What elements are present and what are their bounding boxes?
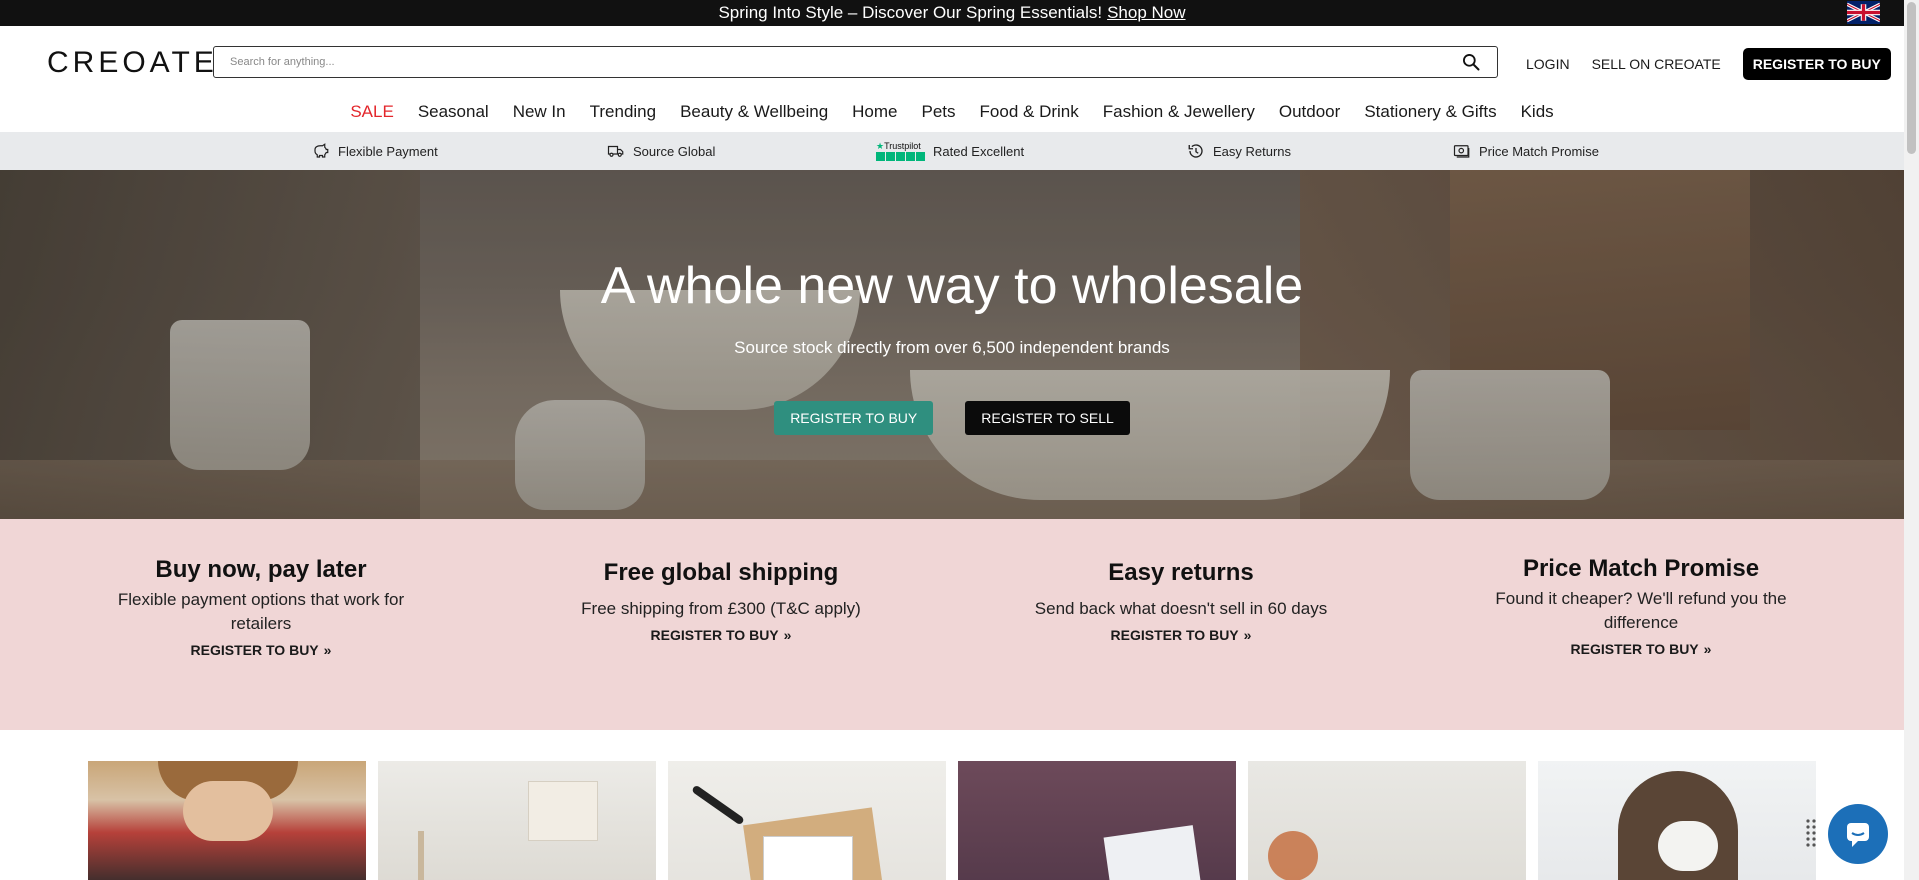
promo-text: Spring Into Style – Discover Our Spring … xyxy=(718,3,1103,22)
benefit-free-global-shipping: Free global shipping Free shipping from … xyxy=(556,559,886,645)
search-input[interactable] xyxy=(230,56,1461,68)
double-chevron-icon: » xyxy=(1703,641,1712,657)
header-links: LOGIN SELL ON CREOATE REGISTER TO BUY xyxy=(1526,48,1891,80)
usp-flexible-payment: Flexible Payment xyxy=(312,142,438,160)
benefit-register-link[interactable]: REGISTER TO BUY» xyxy=(1111,627,1252,643)
usp-source-label: Source Global xyxy=(633,143,716,159)
double-chevron-icon: » xyxy=(323,642,332,658)
promo-shop-now-link[interactable]: Shop Now xyxy=(1107,3,1185,23)
trustpilot-label: ★Trustpilot xyxy=(876,140,921,151)
site-header: CREOATE LOGIN SELL ON CREOATE REGISTER T… xyxy=(0,26,1904,124)
chat-button[interactable] xyxy=(1828,804,1888,864)
double-chevron-icon: » xyxy=(1243,627,1252,643)
trustpilot-logo: ★Trustpilot xyxy=(876,140,925,161)
trustpilot-stars xyxy=(876,151,925,161)
benefit-description: Flexible payment options that work for r… xyxy=(117,590,405,633)
benefit-description: Send back what doesn't sell in 60 days xyxy=(1034,599,1328,618)
chat-icon xyxy=(1847,823,1869,847)
nav-item-home[interactable]: Home xyxy=(840,102,909,122)
hero-buttons: REGISTER TO BUY REGISTER TO SELL xyxy=(0,401,1904,435)
nav-item-new-in[interactable]: New In xyxy=(501,102,578,122)
category-tile-beauty[interactable] xyxy=(958,761,1236,880)
benefit-title: Free global shipping xyxy=(603,559,839,586)
hero-register-to-buy-button[interactable]: REGISTER TO BUY xyxy=(774,401,934,435)
nav-item-stationery-gifts[interactable]: Stationery & Gifts xyxy=(1352,102,1508,122)
scrollbar-thumb[interactable] xyxy=(1907,2,1916,154)
usp-rated-label: Rated Excellent xyxy=(933,143,1025,159)
price-tag-icon xyxy=(1453,145,1470,158)
search-icon[interactable] xyxy=(1461,52,1481,72)
usp-bar: Flexible Payment Source Global ★Trustpil… xyxy=(0,132,1904,170)
hero-banner: A whole new way to wholesale Source stoc… xyxy=(0,170,1904,519)
nav-item-kids[interactable]: Kids xyxy=(1509,102,1566,122)
benefit-register-link[interactable]: REGISTER TO BUY» xyxy=(191,642,332,658)
sell-on-creoate-link[interactable]: SELL ON CREOATE xyxy=(1592,56,1721,72)
register-to-buy-button[interactable]: REGISTER TO BUY xyxy=(1742,48,1891,80)
usp-rated-excellent: ★Trustpilot Rated Excellent xyxy=(876,140,1025,161)
category-nav: SALE Seasonal New In Trending Beauty & W… xyxy=(0,102,1904,122)
usp-source-global: Source Global xyxy=(607,142,715,160)
benefit-title: Buy now, pay later xyxy=(155,556,367,583)
benefit-title: Price Match Promise xyxy=(1522,555,1760,582)
nav-item-outdoor[interactable]: Outdoor xyxy=(1267,102,1352,122)
usp-flexible-label: Flexible Payment xyxy=(338,143,438,159)
truck-icon xyxy=(607,145,624,157)
promo-bar: Spring Into Style – Discover Our Spring … xyxy=(0,0,1904,26)
usp-easy-returns: Easy Returns xyxy=(1187,142,1291,160)
benefits-section: Buy now, pay later Flexible payment opti… xyxy=(0,519,1904,730)
nav-item-fashion-jewellery[interactable]: Fashion & Jewellery xyxy=(1091,102,1267,122)
uk-flag-icon[interactable] xyxy=(1847,1,1880,24)
benefit-description: Free shipping from £300 (T&C apply) xyxy=(581,599,861,618)
history-icon xyxy=(1188,144,1203,158)
nav-item-seasonal[interactable]: Seasonal xyxy=(406,102,501,122)
benefit-register-link[interactable]: REGISTER TO BUY» xyxy=(1571,641,1712,657)
benefit-description: Found it cheaper? We'll refund you the d… xyxy=(1495,589,1787,632)
benefit-easy-returns: Easy returns Send back what doesn't sell… xyxy=(1016,559,1346,645)
creoate-logo[interactable]: CREOATE xyxy=(47,46,218,80)
page-scrollbar[interactable] xyxy=(1904,0,1919,880)
nav-item-food-drink[interactable]: Food & Drink xyxy=(968,102,1091,122)
nav-item-trending[interactable]: Trending xyxy=(578,102,668,122)
drag-handle-icon[interactable] xyxy=(1805,818,1817,848)
nav-item-sale[interactable]: SALE xyxy=(338,102,405,122)
hero-title: A whole new way to wholesale xyxy=(600,257,1304,315)
category-tile-accessories[interactable] xyxy=(1538,761,1816,880)
page: Spring Into Style – Discover Our Spring … xyxy=(0,0,1919,880)
search-bar[interactable] xyxy=(213,46,1498,78)
category-tile-stationery[interactable] xyxy=(668,761,946,880)
category-tile-home[interactable] xyxy=(378,761,656,880)
category-tile-seasonal[interactable] xyxy=(1248,761,1526,880)
benefit-title: Easy returns xyxy=(1108,559,1254,586)
benefit-price-match: Price Match Promise Found it cheaper? We… xyxy=(1476,555,1806,659)
double-chevron-icon: » xyxy=(783,627,792,643)
hero-subtitle: Source stock directly from over 6,500 in… xyxy=(734,338,1170,357)
nav-item-beauty-wellbeing[interactable]: Beauty & Wellbeing xyxy=(668,102,840,122)
piggy-bank-icon xyxy=(314,143,329,158)
usp-price-label: Price Match Promise xyxy=(1479,143,1599,159)
nav-item-pets[interactable]: Pets xyxy=(910,102,968,122)
category-tile-fashion[interactable] xyxy=(88,761,366,880)
usp-returns-label: Easy Returns xyxy=(1213,143,1292,159)
benefit-buy-now-pay-later: Buy now, pay later Flexible payment opti… xyxy=(96,556,426,660)
hero-register-to-sell-button[interactable]: REGISTER TO SELL xyxy=(965,401,1130,435)
benefit-register-link[interactable]: REGISTER TO BUY» xyxy=(651,627,792,643)
category-tiles xyxy=(88,761,1816,880)
login-link[interactable]: LOGIN xyxy=(1526,56,1570,72)
usp-price-match: Price Match Promise xyxy=(1453,142,1599,160)
